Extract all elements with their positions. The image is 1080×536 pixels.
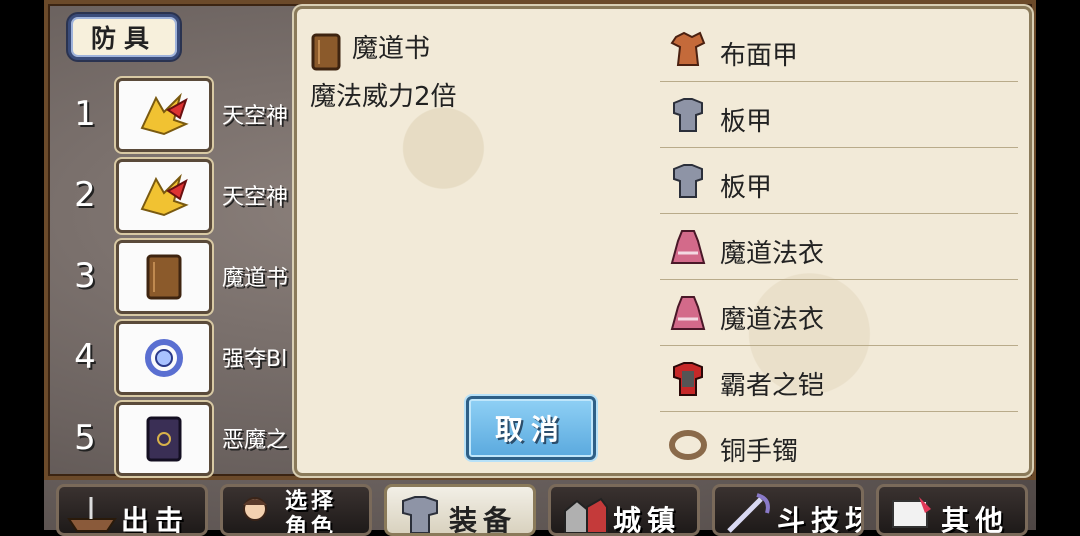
- tab-label: 选择 角色: [285, 489, 338, 536]
- book-icon: [116, 240, 212, 314]
- slot-number: 1: [74, 94, 96, 134]
- list-item[interactable]: 魔道法衣: [660, 280, 1018, 346]
- bracelet-icon: [668, 427, 708, 467]
- blue-ring-icon: [116, 321, 212, 395]
- item-detail-description: 魔法威力2倍: [310, 82, 457, 112]
- equip-slot-5[interactable]: 5 恶魔之: [70, 402, 300, 478]
- slot-name: 强夺Bl: [222, 347, 288, 372]
- slot-number: 4: [74, 337, 96, 377]
- yellow-wings-icon: [116, 159, 212, 233]
- list-item-label: 魔道法衣: [720, 239, 825, 269]
- robe-icon: [668, 295, 708, 335]
- list-item-label: 布面甲: [720, 41, 799, 71]
- tab-town[interactable]: 城镇: [548, 484, 700, 536]
- tab-label: 其他: [941, 504, 1010, 536]
- slot-name: 天空神: [222, 185, 289, 210]
- slot-name: 恶魔之: [222, 428, 289, 453]
- equip-slot-3[interactable]: 3 魔道书: [70, 240, 300, 316]
- tab-arena[interactable]: 斗技场: [712, 484, 864, 536]
- tab-select-character[interactable]: 选择 角色: [220, 484, 372, 536]
- tab-label: 城镇: [613, 504, 682, 536]
- category-label: 防具: [68, 14, 180, 60]
- list-item[interactable]: 布面甲: [660, 16, 1018, 82]
- bottom-tab-bar: 出击 选择 角色 装备 城镇 斗技场 其他: [50, 484, 1030, 536]
- slot-number: 5: [74, 418, 96, 458]
- red-armor-icon: [668, 361, 708, 401]
- robe-icon: [668, 229, 708, 269]
- dark-book-icon: [116, 402, 212, 476]
- equip-slot-2[interactable]: 2 天空神: [70, 159, 300, 235]
- list-item[interactable]: 魔道法衣: [660, 214, 1018, 280]
- equip-slot-4[interactable]: 4 强夺Bl: [70, 321, 300, 397]
- tab-sortie[interactable]: 出击: [56, 484, 208, 536]
- list-item-label: 板甲: [720, 107, 773, 137]
- cancel-button[interactable]: 取消: [466, 396, 596, 460]
- list-item-label: 板甲: [720, 173, 773, 203]
- tab-label: 出击: [121, 504, 190, 536]
- equip-slot-1[interactable]: 1 天空神: [70, 78, 300, 154]
- yellow-wings-icon: [116, 78, 212, 152]
- book-icon: [310, 32, 342, 76]
- slot-name: 天空神: [222, 104, 289, 129]
- slot-number: 3: [74, 256, 96, 296]
- list-item[interactable]: 板甲: [660, 82, 1018, 148]
- item-detail-name: 魔道书: [352, 34, 431, 64]
- cloth-armor-icon: [668, 31, 708, 71]
- plate-armor-icon: [668, 97, 708, 137]
- tab-equipment[interactable]: 装备: [384, 484, 536, 536]
- list-item[interactable]: 铜手镯: [660, 412, 1018, 478]
- tab-label: 斗技场: [777, 504, 861, 536]
- list-item[interactable]: 霸者之铠: [660, 346, 1018, 412]
- list-item[interactable]: 板甲: [660, 148, 1018, 214]
- tab-other[interactable]: 其他: [876, 484, 1028, 536]
- tab-label: 装备: [449, 504, 518, 536]
- slot-name: 魔道书: [222, 266, 289, 291]
- list-item-label: 霸者之铠: [720, 371, 825, 401]
- plate-armor-icon: [668, 163, 708, 203]
- list-item-label: 魔道法衣: [720, 305, 825, 335]
- slot-number: 2: [74, 175, 96, 215]
- list-item-label: 铜手镯: [720, 437, 799, 467]
